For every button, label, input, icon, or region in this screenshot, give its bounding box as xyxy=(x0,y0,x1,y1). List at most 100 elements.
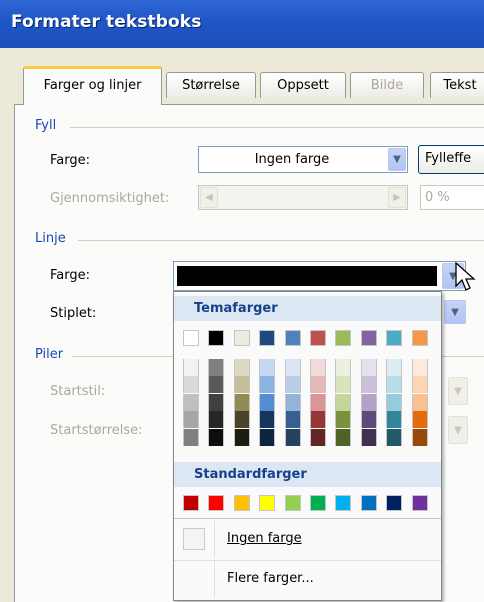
chevron-down-icon[interactable]: ▼ xyxy=(444,300,466,324)
separator xyxy=(214,521,215,557)
tab-farger-og-linjer[interactable]: Farger og linjer xyxy=(23,66,162,105)
standard-color-swatch[interactable] xyxy=(335,495,352,511)
theme-color-swatch[interactable] xyxy=(284,411,301,429)
more-colors-item[interactable]: Flere farger... xyxy=(174,560,441,597)
tab-storrelse[interactable]: Størrelse xyxy=(166,72,256,98)
arrows-group-label: Piler xyxy=(35,347,64,362)
theme-color-swatch[interactable] xyxy=(310,376,326,394)
dashed-label: Stiplet: xyxy=(50,306,97,321)
theme-color-swatch[interactable] xyxy=(335,330,352,346)
theme-color-swatch[interactable] xyxy=(310,428,326,446)
fill-color-combo[interactable]: Ingen farge ▼ xyxy=(198,146,408,173)
theme-color-swatch[interactable] xyxy=(335,359,352,376)
theme-color-swatch[interactable] xyxy=(411,359,428,376)
standard-color-swatch[interactable] xyxy=(284,495,301,511)
theme-color-swatch[interactable] xyxy=(310,411,326,429)
theme-color-swatch[interactable] xyxy=(208,330,225,346)
theme-color-swatch[interactable] xyxy=(360,376,377,394)
tab-tekst[interactable]: Tekst xyxy=(430,72,484,98)
standard-color-swatch[interactable] xyxy=(208,495,225,511)
theme-color-swatch[interactable] xyxy=(310,359,326,376)
color-popup: Temafarger Standardfarger Ingen farge Fl… xyxy=(173,291,442,601)
theme-color-swatch[interactable] xyxy=(208,359,225,376)
theme-color-swatch[interactable] xyxy=(335,411,352,429)
fill-effects-button[interactable]: Fylleffe xyxy=(418,145,484,174)
theme-color-swatch[interactable] xyxy=(208,393,225,411)
theme-color-swatch[interactable] xyxy=(259,359,276,376)
theme-color-swatch[interactable] xyxy=(335,393,352,411)
theme-color-swatch[interactable] xyxy=(183,393,199,411)
theme-color-swatch[interactable] xyxy=(233,359,250,376)
theme-color-swatch[interactable] xyxy=(208,376,225,394)
theme-color-swatch[interactable] xyxy=(386,359,403,376)
no-color-label: Ingen farge xyxy=(227,531,302,546)
transparency-slider[interactable]: ◀ ▶ xyxy=(198,185,408,210)
theme-color-swatch[interactable] xyxy=(360,359,377,376)
theme-color-swatch[interactable] xyxy=(284,330,301,346)
theme-color-swatch[interactable] xyxy=(284,393,301,411)
chevron-down-icon[interactable]: ▼ xyxy=(388,148,406,171)
theme-color-swatch[interactable] xyxy=(386,376,403,394)
theme-color-swatch[interactable] xyxy=(183,376,199,394)
theme-color-swatch[interactable] xyxy=(233,376,250,394)
theme-color-swatch[interactable] xyxy=(360,393,377,411)
line-color-combo[interactable]: ▼ xyxy=(173,261,466,291)
theme-color-swatch[interactable] xyxy=(386,330,403,346)
title-bar: Formater tekstboks xyxy=(0,0,484,48)
theme-color-swatch[interactable] xyxy=(411,411,428,429)
theme-color-swatch[interactable] xyxy=(183,359,199,376)
no-color-icon xyxy=(183,528,205,550)
transparency-label: Gjennomsiktighet: xyxy=(50,191,170,206)
theme-color-swatch[interactable] xyxy=(183,411,199,429)
standard-color-swatch[interactable] xyxy=(411,495,428,511)
theme-color-swatch[interactable] xyxy=(233,393,250,411)
theme-color-swatch[interactable] xyxy=(259,376,276,394)
tab-bilde[interactable]: Bilde xyxy=(350,72,424,98)
theme-color-swatch[interactable] xyxy=(335,428,352,446)
fill-divider xyxy=(70,127,484,128)
theme-color-swatch[interactable] xyxy=(284,428,301,446)
theme-color-swatch[interactable] xyxy=(284,376,301,394)
tab-oppsett[interactable]: Oppsett xyxy=(260,72,346,98)
theme-color-swatch[interactable] xyxy=(259,411,276,429)
standard-color-swatch[interactable] xyxy=(386,495,403,511)
chevron-down-icon[interactable]: ▼ xyxy=(448,416,468,444)
theme-color-swatch[interactable] xyxy=(360,411,377,429)
chevron-left-icon[interactable]: ◀ xyxy=(200,187,218,208)
theme-color-swatch[interactable] xyxy=(386,411,403,429)
theme-color-swatch[interactable] xyxy=(208,411,225,429)
standard-color-swatch[interactable] xyxy=(233,495,250,511)
line-color-label: Farge: xyxy=(50,268,90,283)
theme-color-swatch[interactable] xyxy=(233,330,250,346)
theme-color-swatch[interactable] xyxy=(386,428,403,446)
theme-color-swatch[interactable] xyxy=(411,376,428,394)
chevron-right-icon[interactable]: ▶ xyxy=(388,187,406,208)
no-color-item[interactable]: Ingen farge xyxy=(174,521,441,557)
theme-color-swatch[interactable] xyxy=(360,428,377,446)
theme-color-swatch[interactable] xyxy=(411,428,428,446)
theme-color-swatch[interactable] xyxy=(259,393,276,411)
fill-group-label: Fyll xyxy=(35,118,57,133)
theme-color-swatch[interactable] xyxy=(360,330,377,346)
theme-color-swatch[interactable] xyxy=(208,428,225,446)
transparency-value[interactable]: 0 % xyxy=(420,185,484,210)
theme-color-swatch[interactable] xyxy=(335,376,352,394)
theme-color-swatch[interactable] xyxy=(259,428,276,446)
theme-color-swatch[interactable] xyxy=(183,330,199,346)
theme-color-swatch[interactable] xyxy=(259,330,276,346)
standard-color-swatch[interactable] xyxy=(259,495,276,511)
theme-color-swatch[interactable] xyxy=(310,393,326,411)
standard-color-swatch[interactable] xyxy=(310,495,326,511)
standard-color-swatch[interactable] xyxy=(360,495,377,511)
chevron-down-icon[interactable]: ▼ xyxy=(448,377,468,405)
theme-color-swatch[interactable] xyxy=(284,359,301,376)
theme-color-swatch[interactable] xyxy=(310,330,326,346)
standard-color-swatch[interactable] xyxy=(183,495,199,511)
theme-color-swatch[interactable] xyxy=(233,428,250,446)
theme-color-swatch[interactable] xyxy=(411,393,428,411)
theme-color-swatch[interactable] xyxy=(233,411,250,429)
theme-color-swatch[interactable] xyxy=(183,428,199,446)
theme-color-swatch[interactable] xyxy=(386,393,403,411)
line-divider xyxy=(78,240,484,241)
theme-color-swatch[interactable] xyxy=(411,330,428,346)
